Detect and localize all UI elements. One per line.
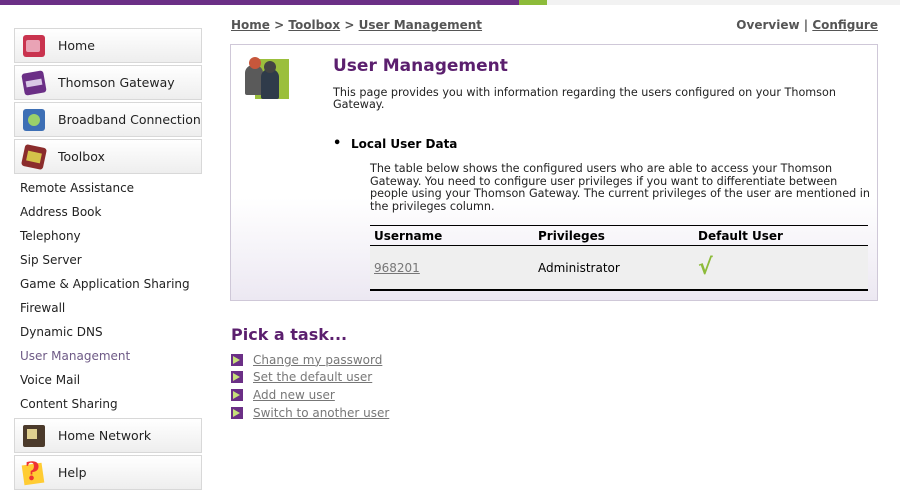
breadcrumb-separator: > — [274, 18, 285, 32]
task-set-default-user[interactable]: Set the default user — [231, 369, 389, 387]
page-title: User Management — [333, 56, 508, 76]
breadcrumb-current-link[interactable]: User Management — [359, 18, 482, 32]
sidebar-item-thomson-gateway[interactable]: Thomson Gateway — [14, 65, 202, 100]
configure-link[interactable]: Configure — [812, 18, 878, 32]
task-link[interactable]: Change my password — [253, 353, 382, 367]
privileges-cell: Administrator — [534, 245, 694, 291]
help-icon: ? — [23, 457, 45, 486]
toolbox-icon — [20, 143, 48, 170]
overview-label: Overview — [736, 18, 800, 32]
column-header-username: Username — [370, 225, 534, 246]
breadcrumb-home-link[interactable]: Home — [231, 18, 270, 32]
strip-purple-segment — [0, 0, 519, 5]
users-icon — [241, 55, 289, 103]
sidebar-item-help[interactable]: ? Help — [14, 455, 202, 490]
submenu-item-game-application-sharing[interactable]: Game & Application Sharing — [14, 272, 202, 296]
tasks-heading: Pick a task... — [231, 325, 348, 344]
default-user-cell: √ — [694, 245, 868, 291]
page-intro: This page provides you with information … — [333, 86, 836, 111]
arrow-right-icon — [231, 406, 243, 419]
home-icon — [23, 34, 45, 57]
home-network-icon — [23, 424, 45, 447]
users-table: Username Privileges Default User 968201 … — [370, 225, 868, 291]
gateway-icon — [21, 69, 47, 96]
task-link[interactable]: Switch to another user — [253, 406, 389, 420]
sidebar-item-label: Home Network — [58, 428, 152, 443]
arrow-right-icon — [231, 353, 243, 366]
view-switcher: Overview | Configure — [736, 18, 878, 32]
sidebar-item-broadband-connection[interactable]: Broadband Connection — [14, 102, 202, 137]
submenu-item-telephony[interactable]: Telephony — [14, 224, 202, 248]
sidebar-item-label: Home — [58, 38, 95, 53]
table-header-row: Username Privileges Default User — [370, 225, 868, 246]
username-cell: 968201 — [370, 245, 534, 291]
column-header-privileges: Privileges — [534, 225, 694, 246]
column-header-default-user: Default User — [694, 225, 868, 246]
strip-green-segment — [519, 0, 547, 5]
task-change-password[interactable]: Change my password — [231, 351, 389, 369]
sidebar-item-home[interactable]: Home — [14, 28, 202, 63]
task-link[interactable]: Add new user — [253, 388, 335, 402]
toolbox-submenu: Remote Assistance Address Book Telephony… — [14, 176, 202, 416]
section-description: The table below shows the configured use… — [370, 162, 870, 213]
sidebar-item-label: Thomson Gateway — [58, 75, 175, 90]
breadcrumb-toolbox-link[interactable]: Toolbox — [288, 18, 340, 32]
broadband-icon — [23, 108, 45, 131]
submenu-item-dynamic-dns[interactable]: Dynamic DNS — [14, 320, 202, 344]
table-row: 968201 Administrator √ — [370, 245, 868, 291]
sidebar: Home Thomson Gateway Broadband Connectio… — [14, 28, 202, 492]
submenu-item-user-management[interactable]: User Management — [14, 344, 202, 368]
submenu-item-remote-assistance[interactable]: Remote Assistance — [14, 176, 202, 200]
user-management-panel: User Management This page provides you w… — [230, 44, 878, 301]
arrow-right-icon — [231, 371, 243, 384]
sidebar-item-label: Broadband Connection — [58, 112, 201, 127]
sidebar-item-label: Help — [58, 465, 87, 480]
task-link[interactable]: Set the default user — [253, 370, 372, 384]
default-user-check-icon: √ — [698, 255, 713, 280]
submenu-item-address-book[interactable]: Address Book — [14, 200, 202, 224]
sidebar-item-label: Toolbox — [58, 149, 105, 164]
submenu-item-firewall[interactable]: Firewall — [14, 296, 202, 320]
submenu-item-content-sharing[interactable]: Content Sharing — [14, 392, 202, 416]
section-title: Local User Data — [333, 136, 457, 151]
submenu-item-voice-mail[interactable]: Voice Mail — [14, 368, 202, 392]
submenu-item-sip-server[interactable]: Sip Server — [14, 248, 202, 272]
sidebar-item-toolbox[interactable]: Toolbox — [14, 139, 202, 174]
username-link[interactable]: 968201 — [374, 261, 420, 275]
view-divider: | — [803, 18, 809, 32]
top-progress-strip — [0, 0, 900, 5]
breadcrumb-separator: > — [344, 18, 355, 32]
task-add-new-user[interactable]: Add new user — [231, 386, 389, 404]
task-switch-user[interactable]: Switch to another user — [231, 404, 389, 422]
sidebar-item-home-network[interactable]: Home Network — [14, 418, 202, 453]
task-list: Change my password Set the default user … — [231, 351, 389, 421]
arrow-right-icon — [231, 388, 243, 401]
breadcrumb: Home > Toolbox > User Management — [231, 18, 482, 32]
